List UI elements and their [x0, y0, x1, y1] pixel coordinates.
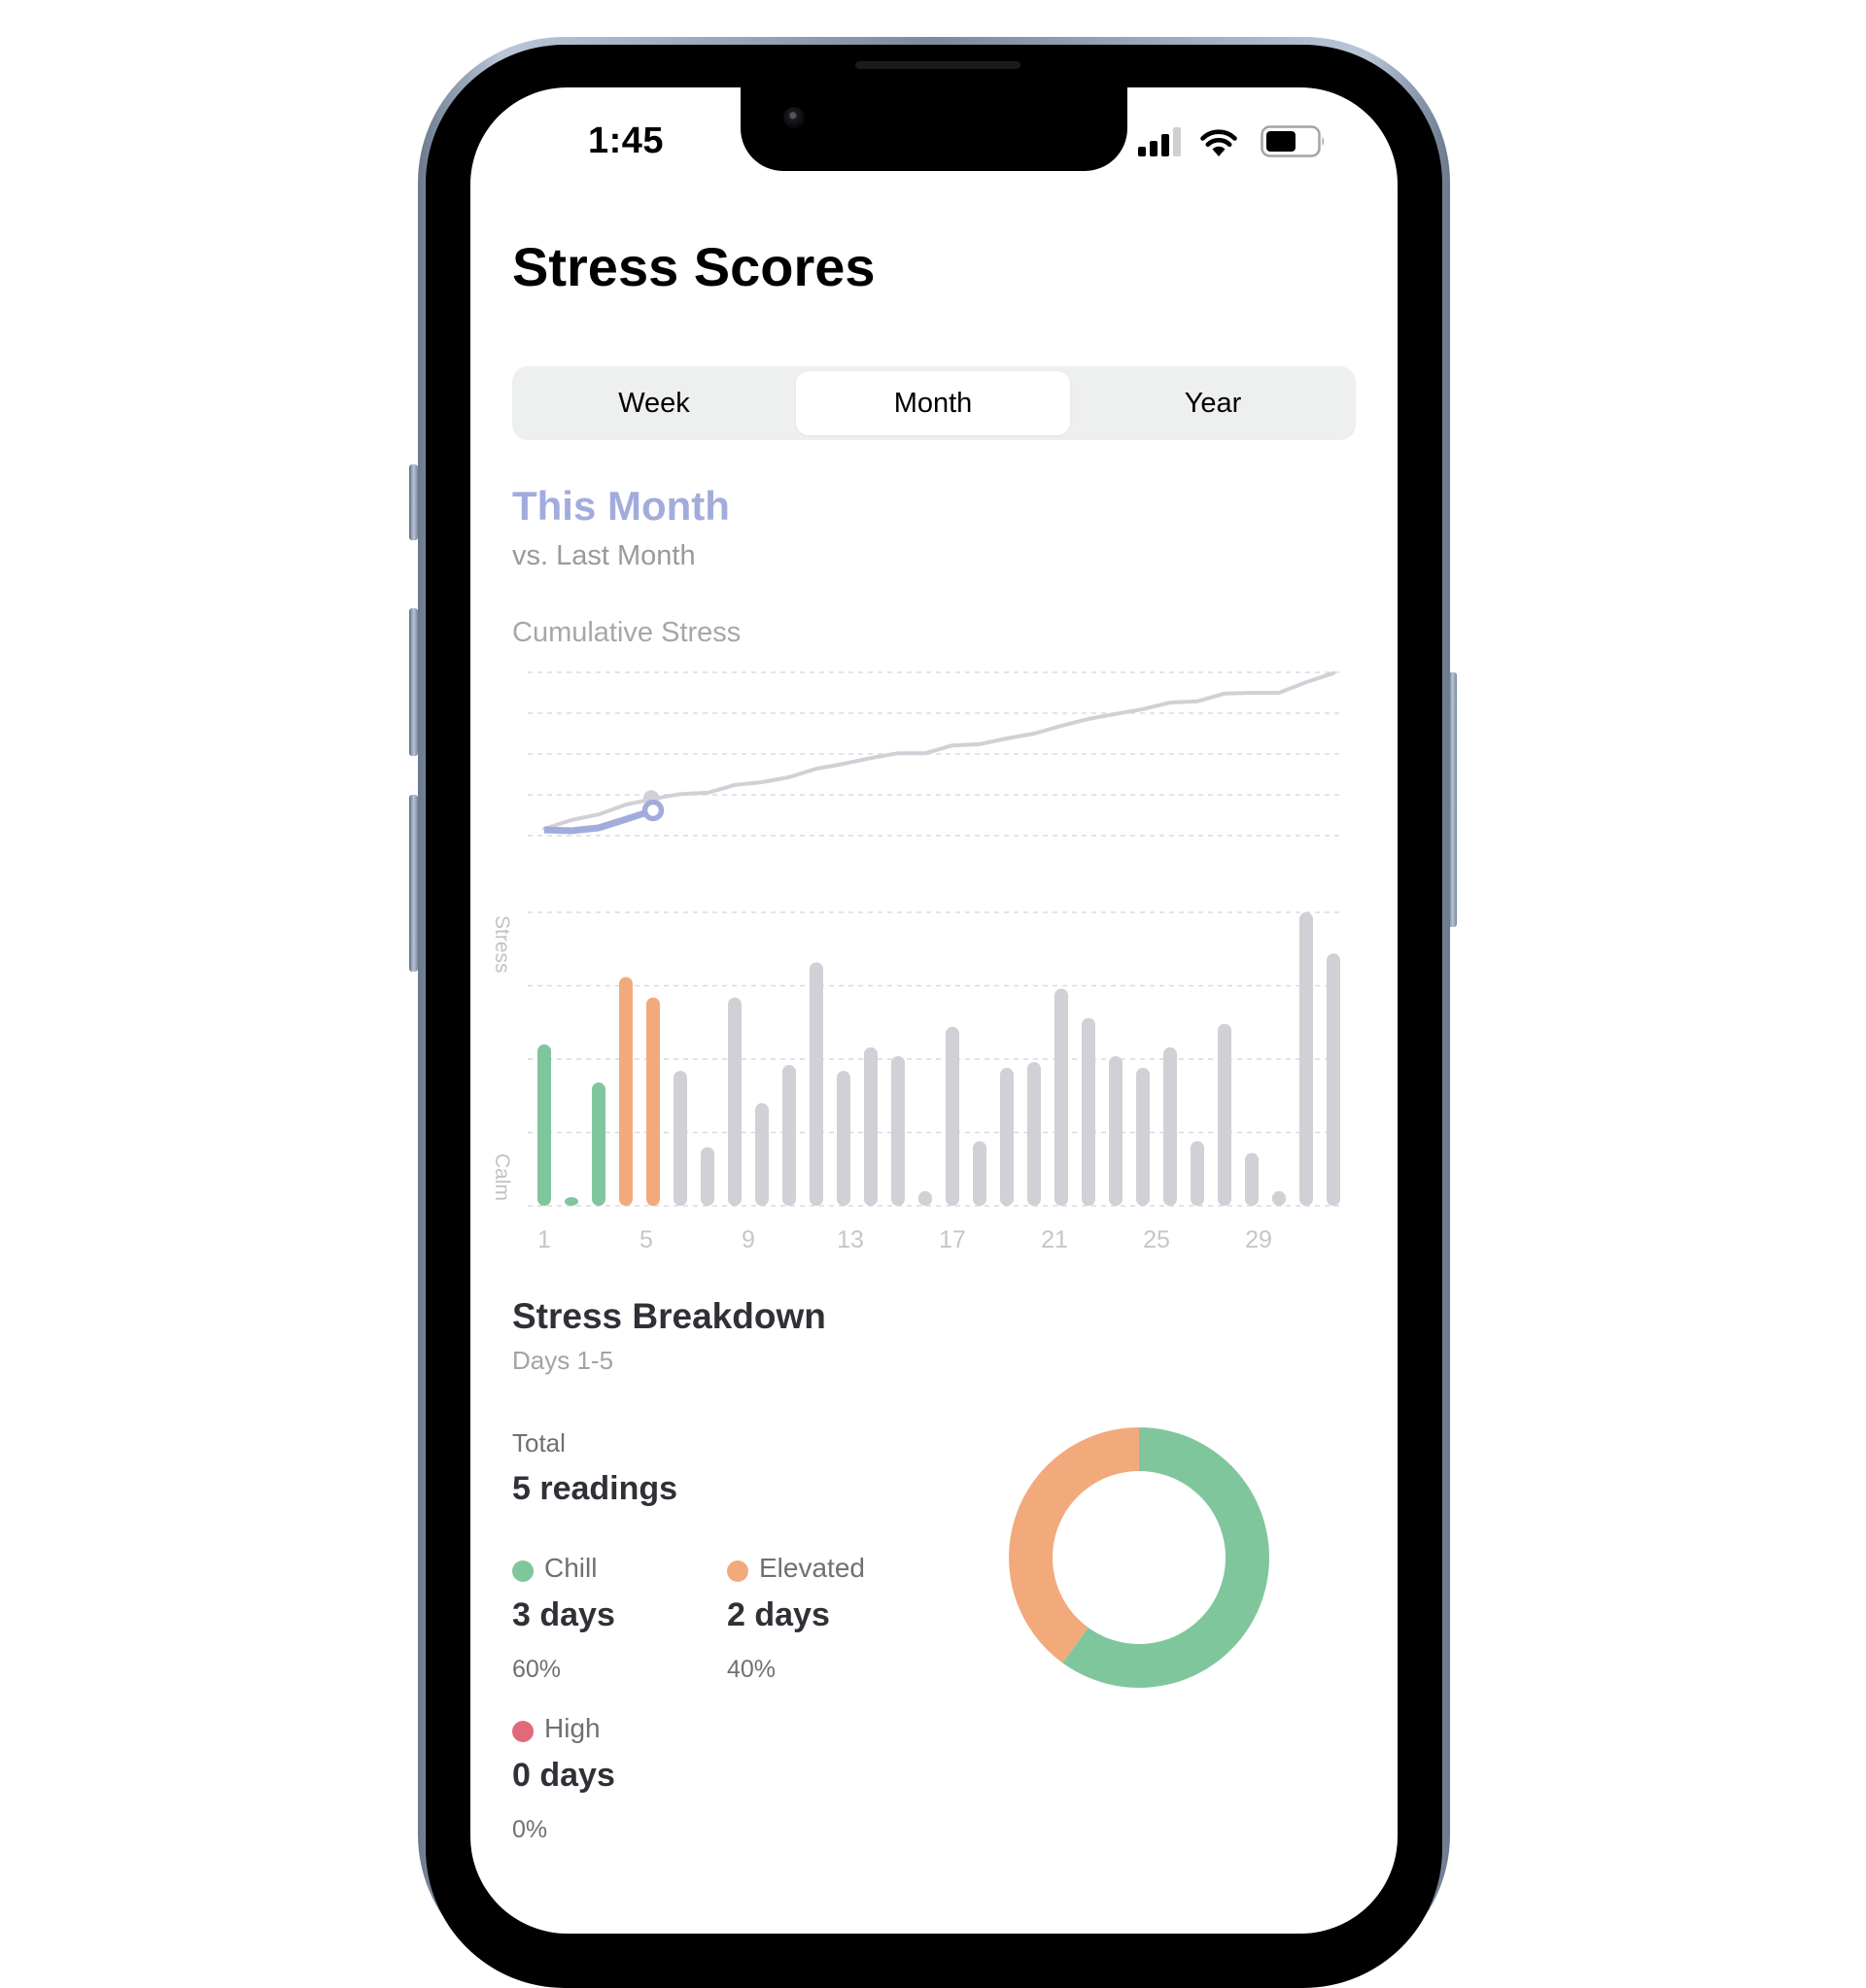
breakdown-title: Stress Breakdown — [512, 1296, 826, 1336]
category-percent: 40% — [727, 1656, 777, 1683]
breakdown-donut-chart — [1008, 1427, 1269, 1688]
x-tick-label: 17 — [939, 1226, 966, 1253]
stress-bar-day-5[interactable] — [646, 997, 660, 1206]
stress-bar-day-13[interactable] — [864, 1046, 878, 1206]
stress-bar-day-24[interactable] — [1163, 1046, 1177, 1206]
stress-bar-day-19[interactable] — [1027, 1062, 1041, 1206]
category-days: 2 days — [727, 1596, 830, 1633]
stress-bar-day-16[interactable] — [946, 1026, 959, 1206]
this-month-current-point — [641, 799, 665, 822]
stress-bar-day-1[interactable] — [537, 1044, 551, 1206]
cumulative-line-chart — [528, 670, 1343, 837]
x-tick-label: 1 — [537, 1226, 551, 1253]
category-days: 3 days — [512, 1596, 615, 1633]
stress-bar-day-6[interactable] — [674, 1071, 687, 1206]
chill-dot-icon — [512, 1560, 534, 1582]
stress-bar-day-9[interactable] — [755, 1103, 769, 1206]
category-percent: 0% — [512, 1816, 548, 1843]
total-readings: 5 readings — [512, 1470, 678, 1507]
stress-bar-day-10[interactable] — [782, 1065, 796, 1206]
y-axis-label-calm: Calm — [491, 1153, 513, 1201]
daily-stress-bar-chart[interactable]: 1 5 9 13 17 21 25 29 — [528, 911, 1343, 1253]
stress-bar-day-3[interactable] — [592, 1082, 605, 1206]
x-tick-label: 5 — [639, 1226, 653, 1253]
stress-bar-day-12[interactable] — [837, 1071, 850, 1206]
x-tick-label: 21 — [1041, 1226, 1068, 1253]
stress-bar-day-30[interactable] — [1327, 953, 1340, 1206]
stress-bar-day-26[interactable] — [1218, 1023, 1231, 1206]
stress-bar-day-21[interactable] — [1082, 1017, 1095, 1206]
breakdown-range: Days 1-5 — [512, 1346, 614, 1375]
stress-bar-day-25[interactable] — [1191, 1141, 1204, 1206]
stress-bar-day-20[interactable] — [1054, 988, 1068, 1206]
x-tick-label: 13 — [837, 1226, 864, 1253]
category-name: High — [544, 1713, 601, 1743]
stress-bar-day-8[interactable] — [728, 997, 742, 1206]
stress-bar-day-2[interactable] — [565, 1197, 578, 1206]
x-tick-label: 9 — [742, 1226, 755, 1253]
donut-slice-elevated — [1008, 1427, 1139, 1663]
elevated-dot-icon — [727, 1560, 748, 1582]
stress-bar-day-29[interactable] — [1299, 912, 1313, 1206]
stress-bar-day-28[interactable] — [1272, 1190, 1286, 1206]
stress-bar-day-14[interactable] — [891, 1055, 905, 1206]
stress-bar-day-27[interactable] — [1245, 1152, 1259, 1206]
category-name: Elevated — [759, 1553, 865, 1583]
total-label: Total — [512, 1428, 566, 1457]
x-tick-label: 25 — [1143, 1226, 1170, 1253]
category-days: 0 days — [512, 1757, 615, 1794]
stress-bar-day-11[interactable] — [810, 962, 823, 1206]
high-dot-icon — [512, 1721, 534, 1742]
stress-bar-day-4[interactable] — [619, 977, 633, 1206]
stress-bar-day-15[interactable] — [918, 1190, 932, 1206]
stress-charts: 1 5 9 13 17 21 25 29 Stress Calm — [491, 670, 1343, 1688]
stress-bar-day-22[interactable] — [1109, 1055, 1123, 1206]
category-name: Chill — [544, 1553, 598, 1583]
stress-bar-day-23[interactable] — [1136, 1068, 1150, 1206]
stress-bar-day-18[interactable] — [1000, 1068, 1014, 1206]
stress-bar-day-17[interactable] — [973, 1141, 986, 1206]
category-percent: 60% — [512, 1656, 562, 1683]
y-axis-label-stress: Stress — [491, 915, 513, 974]
x-tick-label: 29 — [1245, 1226, 1272, 1253]
stress-bar-day-7[interactable] — [701, 1147, 714, 1206]
